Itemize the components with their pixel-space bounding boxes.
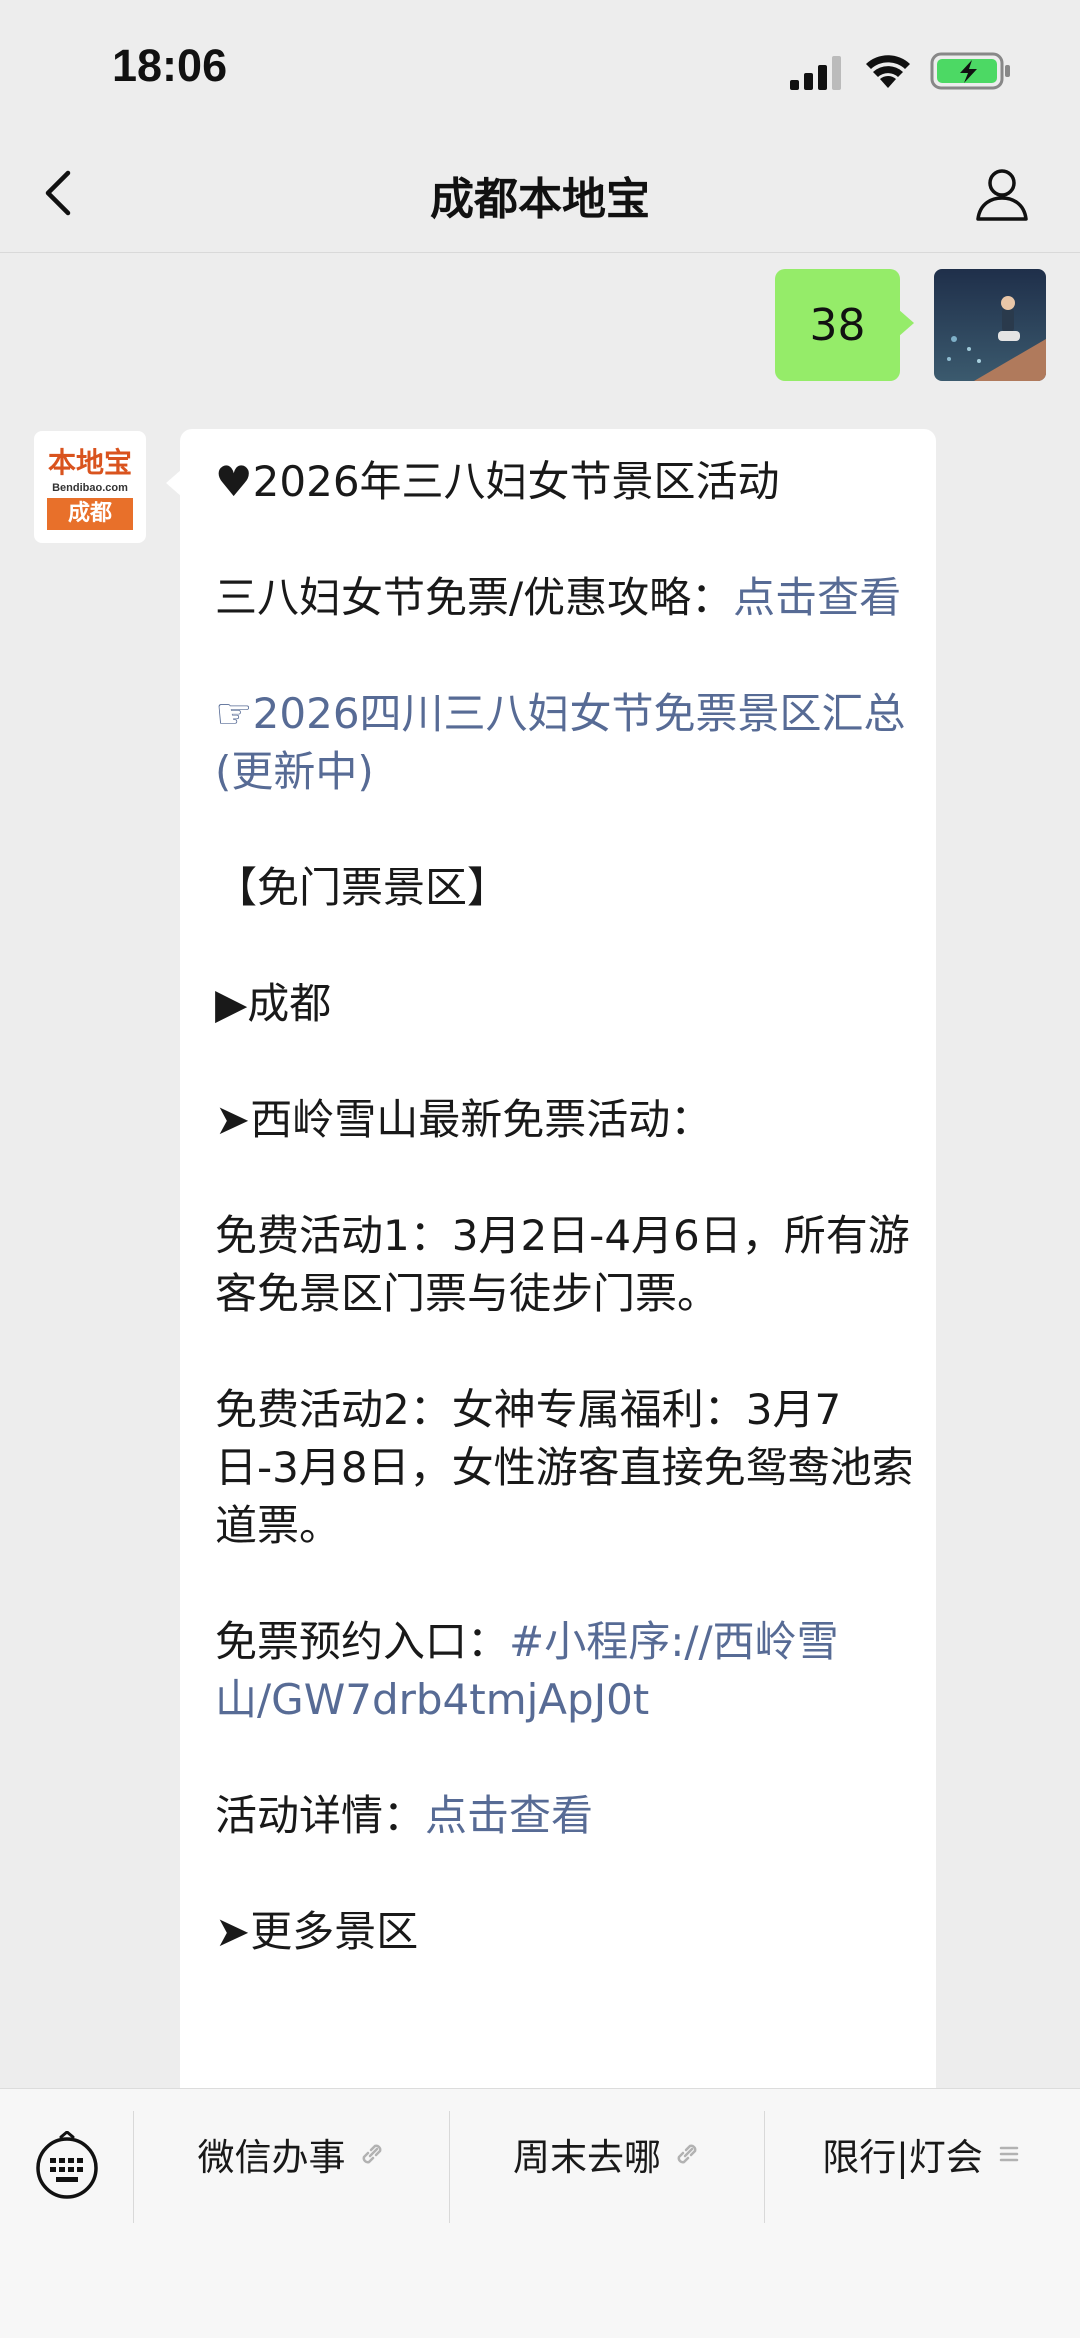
section-heading: 【免门票景区】 [215,863,510,912]
navigation-bar: 成都本地宝 [0,135,1080,253]
chat-title: 成都本地宝 [430,174,650,225]
profile-icon[interactable] [970,161,1034,225]
reply-message-bubble[interactable]: ♥2026年三八妇女节景区活动 三八妇女节免票/优惠攻略：点击查看 ☞2026四… [166,429,936,2088]
menu-item-wechat-services[interactable]: 微信办事 [134,2089,449,2219]
menu-item-label: 限行|灯会 [822,2136,983,2179]
booking-label: 免票预约入口： [215,1617,510,1666]
city-heading: ▶成都 [215,979,332,1028]
official-account-avatar[interactable]: 本地宝 Bendibao.com 成都 [34,431,146,543]
logo-domain-text: Bendibao.com [52,482,128,494]
summary-link[interactable]: ☞2026四川三八妇女节免票景区汇总(更新中) [215,689,906,796]
booking-line: 免票预约入口：#小程序://西岭雪山/GW7drb4tmjApJ0t [215,1613,915,1729]
menu-item-label: 周末去哪 [513,2136,661,2179]
summary-line: ☞2026四川三八妇女节免票景区汇总(更新中) [215,685,915,801]
submenu-icon [999,2146,1018,2162]
guide-line: 三八妇女节免票/优惠攻略：点击查看 [215,569,915,627]
cellular-signal-icon [790,56,841,90]
my-message-bubble[interactable]: 38 [775,269,914,381]
reply-message-content: ♥2026年三八妇女节景区活动 三八妇女节免票/优惠攻略：点击查看 ☞2026四… [215,453,915,2019]
guide-label: 三八妇女节免票/优惠攻略： [215,573,734,622]
details-link[interactable]: 点击查看 [425,1791,593,1840]
keyboard-icon [36,2131,98,2199]
free-activity-2: 免费活动2：女神专属福利：3月7日-3月8日，女性游客直接免鸳鸯池索道票。 [215,1385,914,1550]
link-icon [677,2144,697,2164]
menu-item-weekend-trips[interactable]: 周末去哪 [450,2089,764,2219]
logo-brand-text: 本地宝 [47,446,132,479]
wifi-icon [866,55,910,88]
free-activity-1: 免费活动1：3月2日-4月6日，所有游客免景区门票与徒步门票。 [215,1211,910,1318]
more-scenic-heading: ➤更多景区 [215,1907,419,1956]
chat-area[interactable]: 38 本地宝 Bendibao.com 成都 ♥2026年三八妇女节景区活动 三… [0,253,1080,2088]
link-icon [362,2144,381,2164]
my-avatar[interactable] [934,269,1046,381]
bottom-menu-bar: 微信办事 周末去哪 限行|灯会 [0,2088,1080,2338]
menu-item-traffic-lantern[interactable]: 限行|灯会 [765,2089,1080,2219]
details-line: 活动详情：点击查看 [215,1787,915,1845]
avatar-image [934,269,1046,381]
status-bar: 18:06 [0,0,1080,135]
guide-link[interactable]: 点击查看 [733,573,901,622]
battery-charging-icon [930,52,1010,90]
menu-item-label: 微信办事 [197,2136,346,2179]
reply-title: ♥2026年三八妇女节景区活动 [215,457,780,506]
logo-city-text: 成都 [47,498,133,530]
details-label: 活动详情： [215,1791,426,1840]
keyboard-toggle-button[interactable] [0,2089,133,2244]
scenic-heading: ➤西岭雪山最新免票活动： [215,1095,713,1144]
status-time: 18:06 [112,40,228,91]
